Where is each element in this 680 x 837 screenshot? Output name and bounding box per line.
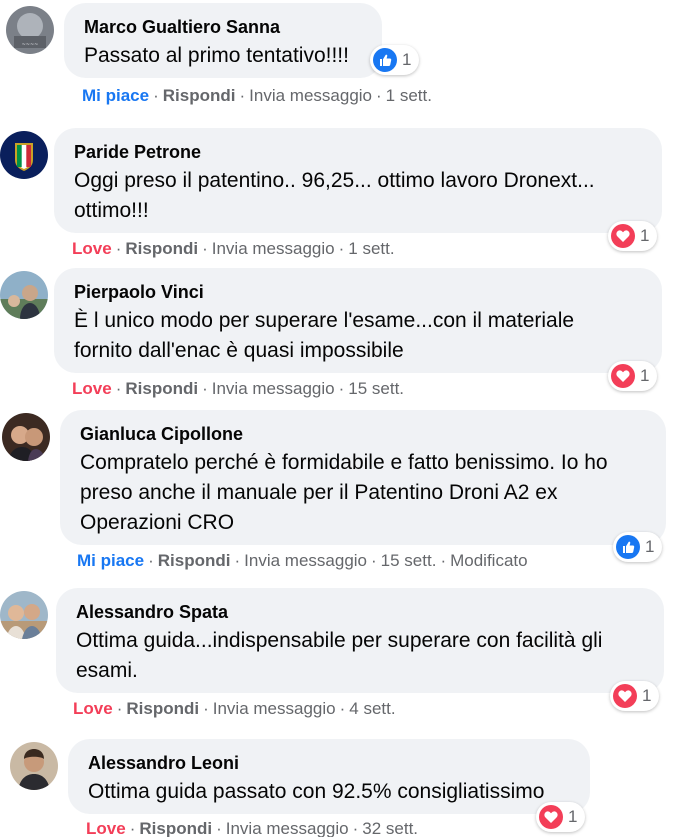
comment-bubble: Marco Gualtiero Sanna Passato al primo t… <box>64 3 382 78</box>
comment-actions: Love · Rispondi · Invia messaggio · 15 sett. <box>72 379 405 398</box>
send-message-link[interactable]: Invia messaggio <box>212 379 335 398</box>
comment-text-line: Ottima guida passato con 92.5% consiglia… <box>88 780 545 803</box>
reply-button[interactable]: Rispondi <box>158 551 231 570</box>
reaction-summary[interactable]: 1 <box>610 681 660 711</box>
like-button[interactable]: Mi piace <box>82 86 149 105</box>
send-message-link[interactable]: Invia messaggio <box>244 551 367 570</box>
comment-timestamp[interactable]: 1 sett. <box>386 86 432 105</box>
reaction-count: 1 <box>642 686 652 705</box>
love-button[interactable]: Love <box>86 819 126 837</box>
heart-icon <box>539 805 563 829</box>
love-button[interactable]: Love <box>73 699 113 718</box>
comment-timestamp[interactable]: 32 sett. <box>362 819 418 837</box>
comment-text-line: preso anche il manuale per il Patentino … <box>80 481 558 504</box>
like-icon <box>373 48 397 72</box>
reply-button[interactable]: Rispondi <box>139 819 212 837</box>
comment-text-line: esami. <box>76 659 138 682</box>
comment-author[interactable]: Alessandro Spata <box>76 600 644 624</box>
comment-bubble: Pierpaolo Vinci È l unico modo per super… <box>54 268 662 373</box>
reaction-count: 1 <box>640 366 650 385</box>
reaction-count: 1 <box>402 50 412 69</box>
svg-text:~~~~: ~~~~ <box>22 42 39 48</box>
heart-icon <box>613 684 637 708</box>
reaction-summary[interactable]: 1 <box>370 45 420 75</box>
comment-text-line: È l unico modo per superare l'esame...co… <box>74 309 575 332</box>
comment-author[interactable]: Marco Gualtiero Sanna <box>84 15 362 39</box>
reply-button[interactable]: Rispondi <box>125 239 198 258</box>
reaction-summary[interactable]: 1 <box>608 361 658 391</box>
comment-actions: Mi piace · Rispondi · Invia messaggio · 15 set… <box>77 551 528 570</box>
reply-button[interactable]: Rispondi <box>163 86 236 105</box>
send-message-link[interactable]: Invia messaggio <box>226 819 349 837</box>
comment-timestamp[interactable]: 15 sett. <box>381 551 437 570</box>
reaction-summary[interactable]: 1 <box>613 532 663 562</box>
avatar[interactable] <box>0 131 48 179</box>
love-button[interactable]: Love <box>72 379 112 398</box>
reaction-summary[interactable]: 1 <box>608 221 658 251</box>
avatar[interactable] <box>0 271 48 319</box>
comment-text-line: Operazioni CRO <box>80 511 235 534</box>
comment-actions: Love · Rispondi · Invia messaggio · 4 sett. <box>73 699 396 718</box>
heart-icon <box>611 224 635 248</box>
send-message-link[interactable]: Invia messaggio <box>212 239 335 258</box>
reaction-summary[interactable]: 1 <box>536 802 586 832</box>
love-button[interactable]: Love <box>72 239 112 258</box>
reaction-count: 1 <box>568 807 578 826</box>
comment-text-line: Ottima guida...indispensabile per supera… <box>76 629 603 652</box>
comment-text-line: ottimo!!! <box>74 199 149 222</box>
comment-actions: Love · Rispondi · Invia messaggio · 32 sett. <box>86 819 419 837</box>
heart-icon <box>611 364 635 388</box>
send-message-link[interactable]: Invia messaggio <box>249 86 372 105</box>
comment-actions: Mi piace · Rispondi · Invia messaggio · 1 sett… <box>82 86 432 105</box>
comment-text-line: Passato al primo tentativo!!!! <box>84 44 349 67</box>
avatar[interactable] <box>2 413 50 461</box>
comment-author[interactable]: Pierpaolo Vinci <box>74 280 642 304</box>
avatar[interactable]: ~~~~ <box>6 6 54 54</box>
comment-bubble: Gianluca Cipollone Compratelo perché è f… <box>60 410 666 545</box>
comment-bubble: Alessandro Leoni Ottima guida passato co… <box>68 739 590 814</box>
comment-timestamp[interactable]: 4 sett. <box>349 699 395 718</box>
comment-bubble: Paride Petrone Oggi preso il patentino..… <box>54 128 662 233</box>
reply-button[interactable]: Rispondi <box>125 379 198 398</box>
comment-author[interactable]: Paride Petrone <box>74 140 642 164</box>
send-message-link[interactable]: Invia messaggio <box>213 699 336 718</box>
like-icon <box>616 535 640 559</box>
reply-button[interactable]: Rispondi <box>126 699 199 718</box>
comment-text-line: Oggi preso il patentino.. 96,25... ottim… <box>74 169 595 192</box>
comment-author[interactable]: Alessandro Leoni <box>88 751 570 775</box>
comment-timestamp[interactable]: 15 sett. <box>348 379 404 398</box>
comment-text-line: fornito dall'enac è quasi impossibile <box>74 339 404 362</box>
comment-text-line: Compratelo perché è formidabile e fatto … <box>80 451 608 474</box>
comment-actions: Love · Rispondi · Invia messaggio · 1 sett. <box>72 239 395 258</box>
edited-label: Modificato <box>450 551 528 570</box>
reaction-count: 1 <box>640 226 650 245</box>
like-button[interactable]: Mi piace <box>77 551 144 570</box>
comment-bubble: Alessandro Spata Ottima guida...indispen… <box>56 588 664 693</box>
avatar[interactable] <box>0 591 48 639</box>
comment-author[interactable]: Gianluca Cipollone <box>80 422 646 446</box>
reaction-count: 1 <box>645 537 655 556</box>
comment-timestamp[interactable]: 1 sett. <box>348 239 394 258</box>
avatar[interactable] <box>10 742 58 790</box>
